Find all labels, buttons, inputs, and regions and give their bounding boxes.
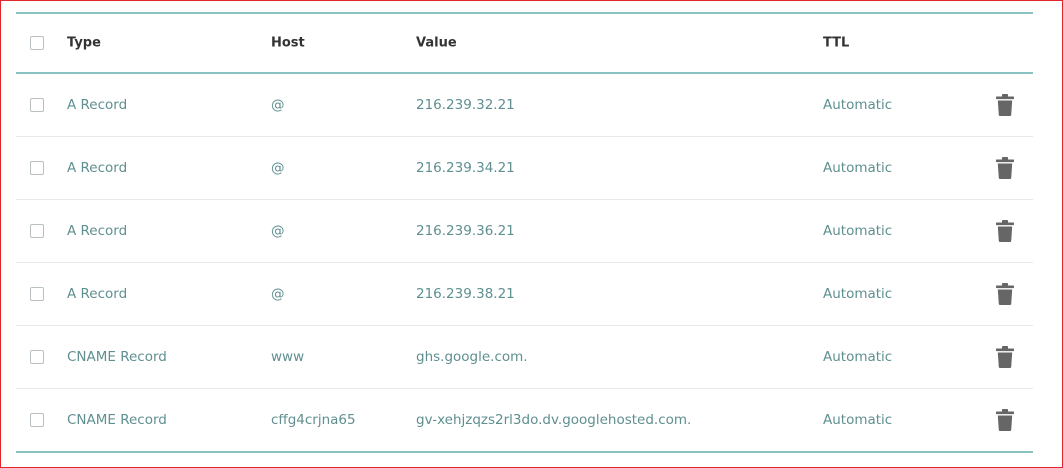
table-row: A Record @ 216.239.34.21 Automatic <box>16 137 1033 200</box>
row-select-cell <box>30 413 44 427</box>
record-host: @ <box>271 286 285 302</box>
record-ttl: Automatic <box>823 349 893 365</box>
trash-icon[interactable] <box>996 409 1014 431</box>
table-row: A Record @ 216.239.38.21 Automatic <box>16 263 1033 326</box>
record-ttl: Automatic <box>823 97 893 113</box>
row-select-cell <box>30 287 44 301</box>
trash-icon[interactable] <box>996 157 1014 179</box>
record-ttl: Automatic <box>823 412 893 428</box>
column-header-host[interactable]: Host <box>271 36 305 51</box>
record-value: 216.239.38.21 <box>416 286 515 302</box>
record-value: gv-xehjzqzs2rl3do.dv.googlehosted.com. <box>416 412 692 428</box>
row-checkbox[interactable] <box>30 287 44 301</box>
row-checkbox[interactable] <box>30 350 44 364</box>
row-checkbox[interactable] <box>30 161 44 175</box>
row-checkbox[interactable] <box>30 224 44 238</box>
table-row: CNAME Record www ghs.google.com. Automat… <box>16 326 1033 389</box>
delete-record-button[interactable] <box>996 157 1014 179</box>
record-host: @ <box>271 223 285 239</box>
record-value: 216.239.32.21 <box>416 97 515 113</box>
row-checkbox[interactable] <box>30 98 44 112</box>
table-row: A Record @ 216.239.36.21 Automatic <box>16 200 1033 263</box>
row-checkbox[interactable] <box>30 413 44 427</box>
delete-record-button[interactable] <box>996 283 1014 305</box>
record-type: A Record <box>67 97 128 113</box>
table-row: A Record @ 216.239.32.21 Automatic <box>16 74 1033 137</box>
select-all-cell <box>30 36 44 50</box>
row-select-cell <box>30 224 44 238</box>
record-ttl: Automatic <box>823 160 893 176</box>
trash-icon[interactable] <box>996 283 1014 305</box>
row-select-cell <box>30 161 44 175</box>
record-type: A Record <box>67 286 128 302</box>
trash-icon[interactable] <box>996 346 1014 368</box>
row-select-cell <box>30 98 44 112</box>
table-row: CNAME Record cffg4crjna65 gv-xehjzqzs2rl… <box>16 389 1033 451</box>
record-type: CNAME Record <box>67 412 167 428</box>
trash-icon[interactable] <box>996 94 1014 116</box>
delete-record-button[interactable] <box>996 220 1014 242</box>
record-ttl: Automatic <box>823 223 893 239</box>
row-select-cell <box>30 350 44 364</box>
select-all-checkbox[interactable] <box>30 36 44 50</box>
delete-record-button[interactable] <box>996 346 1014 368</box>
table-header-row: Type Host Value TTL <box>16 14 1033 74</box>
column-header-value[interactable]: Value <box>416 36 457 51</box>
record-value: 216.239.36.21 <box>416 223 515 239</box>
record-host: www <box>271 349 305 365</box>
record-value: ghs.google.com. <box>416 349 528 365</box>
dns-records-table: Type Host Value TTL A Record @ 216.239.3… <box>16 12 1033 453</box>
delete-record-button[interactable] <box>996 94 1014 116</box>
column-header-ttl[interactable]: TTL <box>823 36 849 51</box>
record-type: A Record <box>67 223 128 239</box>
record-value: 216.239.34.21 <box>416 160 515 176</box>
record-type: A Record <box>67 160 128 176</box>
trash-icon[interactable] <box>996 220 1014 242</box>
delete-record-button[interactable] <box>996 409 1014 431</box>
record-host: cffg4crjna65 <box>271 412 356 428</box>
record-ttl: Automatic <box>823 286 893 302</box>
record-host: @ <box>271 160 285 176</box>
record-host: @ <box>271 97 285 113</box>
column-header-type[interactable]: Type <box>67 36 101 51</box>
record-type: CNAME Record <box>67 349 167 365</box>
